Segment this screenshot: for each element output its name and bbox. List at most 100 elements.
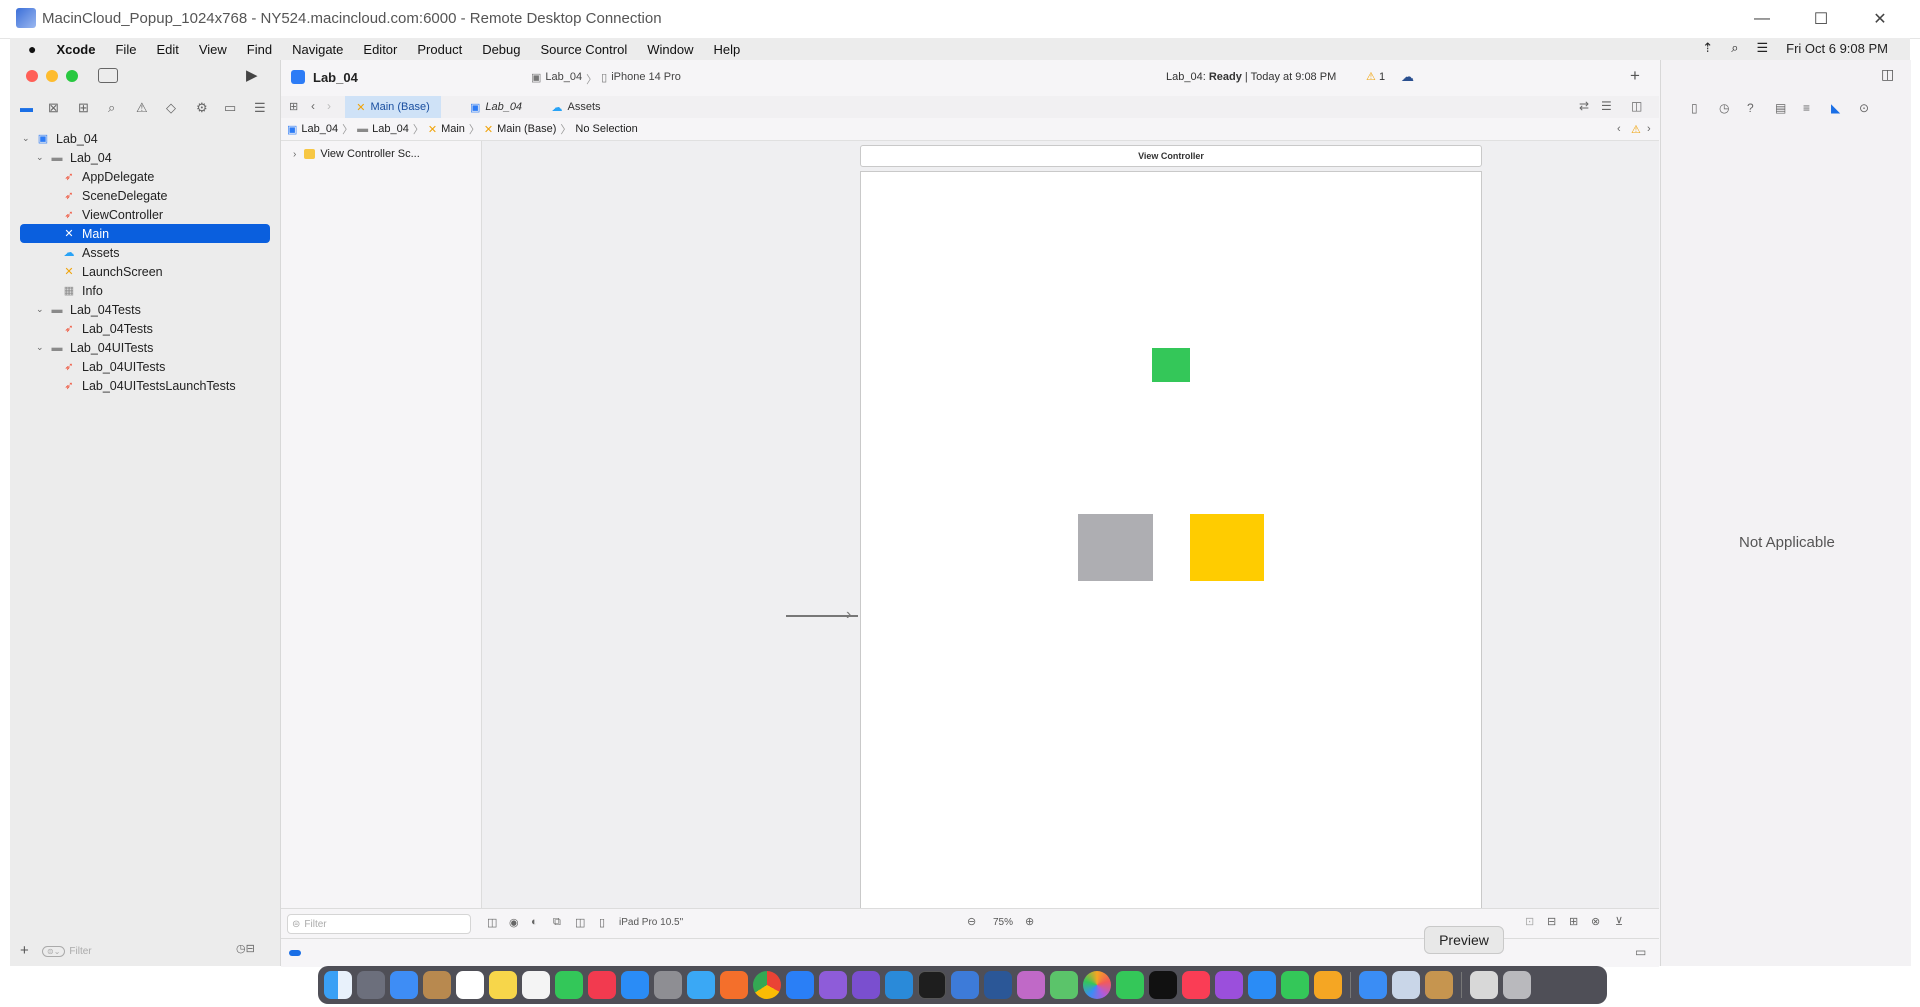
vscode-icon[interactable] xyxy=(885,971,913,999)
tree-row-tests-file[interactable]: ➶ Lab_04Tests xyxy=(16,319,278,338)
facetime-icon[interactable] xyxy=(1116,971,1144,999)
instruments-icon[interactable] xyxy=(1017,971,1045,999)
podcasts-icon[interactable] xyxy=(1215,971,1243,999)
photos-icon[interactable] xyxy=(1083,971,1111,999)
app-store-icon[interactable] xyxy=(621,971,649,999)
preview-app-icon[interactable] xyxy=(1392,971,1420,999)
apple-tv-icon[interactable] xyxy=(1149,971,1177,999)
tree-row-group-lab04[interactable]: ⌄ ▬ Lab_04 xyxy=(16,148,278,167)
spotlight-search-icon[interactable]: ⌕ xyxy=(1731,40,1738,56)
tree-row-group-uitests[interactable]: ⌄ ▬ Lab_04UITests xyxy=(16,338,278,357)
visual-studio-preview-icon[interactable] xyxy=(852,971,880,999)
inspector-toggle-icon[interactable]: ◫ xyxy=(1881,66,1894,83)
history-inspector-icon[interactable]: ◷ xyxy=(1719,101,1729,115)
window-minimize-dot[interactable] xyxy=(46,70,58,82)
menu-window[interactable]: Window xyxy=(637,42,703,57)
safari-icon[interactable] xyxy=(687,971,715,999)
scheme-selector[interactable]: ▣ Lab_04 〉 ▯ iPhone 14 Pro xyxy=(531,71,681,87)
tab-lab04[interactable]: ▣ Lab_04 xyxy=(456,96,536,118)
chevron-down-icon[interactable]: ⌄ xyxy=(36,304,48,315)
green-square-view[interactable] xyxy=(1152,348,1190,382)
navigator-add-icon[interactable]: + xyxy=(20,942,29,959)
chrome-icon[interactable] xyxy=(753,971,781,999)
back-chevron-icon[interactable]: ‹ xyxy=(311,99,315,113)
file-inspector-icon[interactable]: ▯ xyxy=(1691,101,1698,115)
system-settings-icon[interactable] xyxy=(654,971,682,999)
tree-row-info[interactable]: ▦ Info xyxy=(16,281,278,300)
layout-icon[interactable]: ◫ xyxy=(575,916,585,929)
toggle-debug-area-icon[interactable]: ▭ xyxy=(1635,945,1646,959)
scheme-name[interactable]: Lab_04 xyxy=(545,71,582,87)
symbol-navigator-icon[interactable]: ⊞ xyxy=(78,100,89,116)
size-inspector-icon[interactable]: ◣ xyxy=(1831,101,1840,115)
launchpad-icon[interactable] xyxy=(357,971,385,999)
apple-menu-icon[interactable]: ● xyxy=(10,41,46,57)
issue-warning-icon[interactable]: ⚠ xyxy=(1631,123,1641,136)
mail-icon[interactable] xyxy=(390,971,418,999)
hide-outline-icon[interactable]: ◫ xyxy=(487,916,497,929)
add-constraints-icon[interactable]: ⊞ xyxy=(1569,915,1578,928)
align-icon[interactable]: ⊟ xyxy=(1547,915,1556,928)
close-button[interactable]: ✕ xyxy=(1851,0,1909,38)
window-close-dot[interactable] xyxy=(26,70,38,82)
zoom-in-icon[interactable]: ⊕ xyxy=(1025,915,1034,928)
menu-navigate[interactable]: Navigate xyxy=(282,42,353,57)
menu-view[interactable]: View xyxy=(189,42,237,57)
firefox-icon[interactable] xyxy=(720,971,748,999)
numbers-icon[interactable] xyxy=(1281,971,1309,999)
airdrop-icon[interactable]: ⇡ xyxy=(1702,40,1713,56)
tree-row-appdelegate[interactable]: ➶ AppDelegate xyxy=(16,167,278,186)
contacts-icon[interactable] xyxy=(423,971,451,999)
run-button[interactable]: ▶ xyxy=(246,66,258,84)
gray-square-view[interactable] xyxy=(1078,514,1153,581)
attributes-inspector-icon[interactable]: ≡ xyxy=(1803,101,1810,115)
tab-main-base[interactable]: ✕ Main (Base) xyxy=(345,96,441,118)
window-zoom-dot[interactable] xyxy=(66,70,78,82)
split-editor-icon[interactable]: ◫ xyxy=(1631,99,1642,113)
orientation-icon[interactable]: ⧉ xyxy=(553,916,561,929)
accessibility-icon[interactable]: ◐ xyxy=(531,916,538,928)
tree-row-main[interactable]: ✕ Main xyxy=(20,224,270,243)
filter-options-icon[interactable]: ⊜⌄ xyxy=(42,945,66,957)
outline-filter[interactable]: ⊜ Filter xyxy=(287,914,471,934)
calendar-icon[interactable] xyxy=(456,971,484,999)
downloads-stack-icon[interactable] xyxy=(1470,971,1498,999)
simulator-icon[interactable] xyxy=(1359,971,1387,999)
archive-utility-icon[interactable] xyxy=(1425,971,1453,999)
music-icon[interactable] xyxy=(1182,971,1210,999)
word-icon[interactable] xyxy=(984,971,1012,999)
device-configuration[interactable]: iPad Pro 10.5" xyxy=(619,917,683,928)
jumpbar-item-selection[interactable]: No Selection xyxy=(575,123,637,135)
chevron-down-icon[interactable]: ⌄ xyxy=(36,152,48,163)
filter-options-icon[interactable]: ⊜ xyxy=(292,919,300,930)
tree-row-group-tests[interactable]: ⌄ ▬ Lab_04Tests xyxy=(16,300,278,319)
embed-in-icon[interactable]: ⊻ xyxy=(1615,915,1623,928)
tab-assets[interactable]: ☁ Assets xyxy=(536,96,616,118)
reminders-icon[interactable] xyxy=(522,971,550,999)
view-controller-scene[interactable] xyxy=(860,171,1482,908)
messages-icon[interactable] xyxy=(555,971,583,999)
help-inspector-icon[interactable]: ? xyxy=(1747,101,1754,115)
notes-icon[interactable] xyxy=(489,971,517,999)
menu-help[interactable]: Help xyxy=(703,42,750,57)
keynote-icon[interactable] xyxy=(1248,971,1276,999)
pages-icon[interactable] xyxy=(1314,971,1342,999)
sidebar-toggle-icon[interactable] xyxy=(98,68,118,83)
jumpbar-item-group[interactable]: Lab_04 xyxy=(372,123,409,135)
minimize-button[interactable]: — xyxy=(1733,0,1791,38)
tree-row-uitests-launch-file[interactable]: ➶ Lab_04UITestsLaunchTests xyxy=(16,376,278,395)
identity-inspector-icon[interactable]: ▤ xyxy=(1775,101,1786,115)
find-navigator-icon[interactable]: ⌕ xyxy=(108,100,115,116)
appearance-icon[interactable]: ◉ xyxy=(509,916,519,929)
test-navigator-icon[interactable]: ◇ xyxy=(166,100,176,116)
tree-row-launchscreen[interactable]: ✕ LaunchScreen xyxy=(16,262,278,281)
outline-row-scene[interactable]: › View Controller Sc... xyxy=(293,148,420,160)
tree-row-scenedelegate[interactable]: ➶ SceneDelegate xyxy=(16,186,278,205)
update-frames-icon[interactable]: ⊡ xyxy=(1525,915,1534,928)
chevron-down-icon[interactable]: ⌄ xyxy=(22,133,34,144)
news-icon[interactable] xyxy=(588,971,616,999)
tree-row-project[interactable]: ⌄ ▣ Lab_04 xyxy=(16,129,278,148)
run-destination[interactable]: iPhone 14 Pro xyxy=(611,71,681,87)
maps-icon[interactable] xyxy=(1050,971,1078,999)
jumpbar-item-localization[interactable]: Main (Base) xyxy=(497,123,556,135)
